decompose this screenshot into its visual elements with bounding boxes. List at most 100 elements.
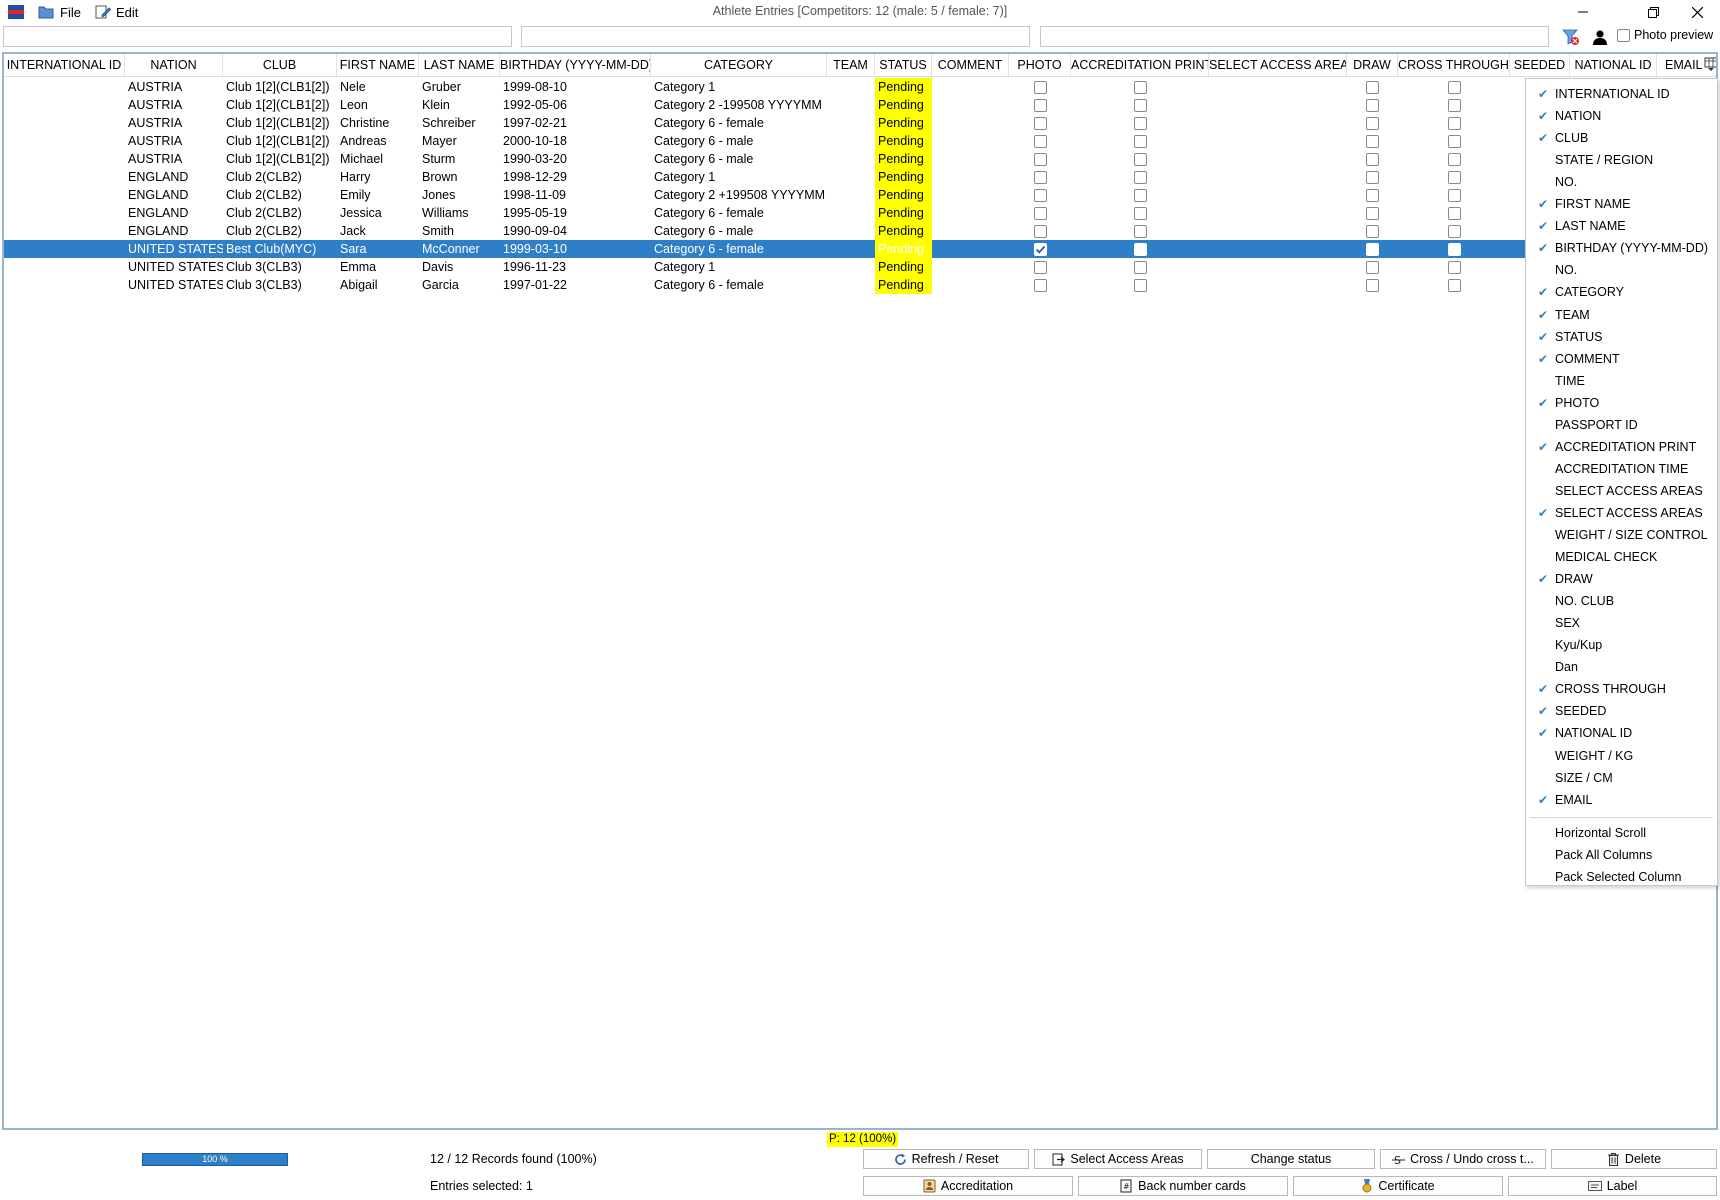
user-view-button[interactable]	[1590, 27, 1610, 47]
photo-preview-checkbox[interactable]	[1617, 28, 1630, 42]
photo-checkbox[interactable]	[1033, 170, 1047, 184]
column-menu-icon[interactable]	[1704, 57, 1718, 71]
column-menu-item[interactable]: ✔ NATION	[1526, 105, 1717, 127]
photo-checkbox[interactable]	[1033, 224, 1047, 238]
column-menu-action[interactable]: Pack All Columns	[1526, 844, 1717, 866]
photo-checkbox[interactable]	[1033, 260, 1047, 274]
column-menu-item[interactable]: SEX	[1526, 612, 1717, 634]
column-header[interactable]: INTERNATIONAL ID	[4, 54, 125, 77]
cross-through-checkbox[interactable]	[1447, 80, 1461, 94]
table-row[interactable]: AUSTRIA Club 1[2](CLB1[2]) Michael Sturm 199…	[4, 150, 1716, 168]
cross-through-checkbox[interactable]	[1447, 260, 1461, 274]
cross-through-checkbox[interactable]	[1447, 242, 1461, 256]
back-number-cards-button[interactable]: # Back number cards	[1078, 1176, 1288, 1196]
column-menu-item[interactable]: WEIGHT / KG	[1526, 745, 1717, 767]
column-header[interactable]: CATEGORY	[651, 54, 827, 77]
accreditation-button[interactable]: Accreditation	[863, 1176, 1073, 1196]
cross-through-button[interactable]: S Cross / Undo cross t...	[1380, 1149, 1546, 1169]
accreditation-print-checkbox[interactable]	[1133, 206, 1147, 220]
column-menu-item[interactable]: NO.	[1526, 171, 1717, 193]
column-header[interactable]: CROSS THROUGH	[1398, 54, 1510, 77]
cross-through-checkbox[interactable]	[1447, 134, 1461, 148]
column-menu-action[interactable]: Horizontal Scroll	[1526, 822, 1717, 844]
table-row[interactable]: UNITED STATES Club 3(CLB3) Emma Davis 1996-1…	[4, 258, 1716, 276]
photo-checkbox[interactable]	[1033, 80, 1047, 94]
photo-checkbox[interactable]	[1033, 98, 1047, 112]
draw-checkbox[interactable]	[1366, 242, 1379, 256]
accreditation-print-checkbox[interactable]	[1133, 134, 1147, 148]
photo-checkbox[interactable]	[1033, 188, 1047, 202]
filter-input-1[interactable]	[3, 26, 512, 47]
photo-checkbox[interactable]	[1033, 134, 1047, 148]
column-header[interactable]: TEAM	[827, 54, 875, 77]
column-menu-item[interactable]: ACCREDITATION TIME	[1526, 458, 1717, 480]
column-menu-item[interactable]: ✔ SELECT ACCESS AREAS	[1526, 502, 1717, 524]
column-menu-item[interactable]: MEDICAL CHECK	[1526, 546, 1717, 568]
table-row[interactable]: ENGLAND Club 2(CLB2) Harry Brown 1998-12-29 C…	[4, 168, 1716, 186]
certificate-button[interactable]: Certificate	[1293, 1176, 1503, 1196]
cross-through-checkbox[interactable]	[1447, 116, 1461, 130]
draw-checkbox[interactable]	[1366, 98, 1379, 112]
column-menu-item[interactable]: ✔ COMMENT	[1526, 348, 1717, 370]
select-access-areas-button[interactable]: Select Access Areas	[1034, 1149, 1202, 1169]
cross-through-checkbox[interactable]	[1447, 98, 1461, 112]
column-menu-item[interactable]: ✔ CATEGORY	[1526, 281, 1717, 303]
delete-button[interactable]: Delete	[1551, 1149, 1717, 1169]
restore-button[interactable]	[1630, 0, 1676, 24]
accreditation-print-checkbox[interactable]	[1133, 224, 1147, 238]
draw-checkbox[interactable]	[1366, 206, 1379, 220]
filter-input-2[interactable]	[521, 26, 1030, 47]
photo-checkbox[interactable]	[1033, 242, 1047, 256]
column-menu-item[interactable]: Dan	[1526, 656, 1717, 678]
draw-checkbox[interactable]	[1366, 188, 1379, 202]
cross-through-checkbox[interactable]	[1447, 188, 1461, 202]
column-menu-item[interactable]: ✔ ACCREDITATION PRINT	[1526, 436, 1717, 458]
column-menu-item[interactable]: SELECT ACCESS AREAS	[1526, 480, 1717, 502]
accreditation-print-checkbox[interactable]	[1133, 260, 1147, 274]
column-menu-item[interactable]: ✔ PHOTO	[1526, 392, 1717, 414]
accreditation-print-checkbox[interactable]	[1133, 152, 1147, 166]
photo-checkbox[interactable]	[1033, 206, 1047, 220]
draw-checkbox[interactable]	[1366, 224, 1379, 238]
clear-filter-button[interactable]	[1561, 27, 1581, 47]
table-row[interactable]: AUSTRIA Club 1[2](CLB1[2]) Leon Klein 1992-0…	[4, 96, 1716, 114]
column-menu-item[interactable]: ✔ SEEDED	[1526, 700, 1717, 722]
accreditation-print-checkbox[interactable]	[1133, 278, 1147, 292]
table-row[interactable]: UNITED STATES Club 3(CLB3) Abigail Garcia 19…	[4, 276, 1716, 294]
column-menu-item[interactable]: ✔ BIRTHDAY (YYYY-MM-DD)	[1526, 237, 1717, 259]
table-row[interactable]: ENGLAND Club 2(CLB2) Emily Jones 1998-11-09 C…	[4, 186, 1716, 204]
column-menu-item[interactable]: SIZE / CM	[1526, 767, 1717, 789]
column-menu-item[interactable]: TIME	[1526, 370, 1717, 392]
column-menu-item[interactable]: ✔ LAST NAME	[1526, 215, 1717, 237]
column-menu-item[interactable]: ✔ FIRST NAME	[1526, 193, 1717, 215]
column-header[interactable]: BIRTHDAY (YYYY-MM-DD)	[500, 54, 651, 77]
change-status-button[interactable]: Change status	[1207, 1149, 1375, 1169]
table-row[interactable]: AUSTRIA Club 1[2](CLB1[2]) Nele Gruber 1999-…	[4, 78, 1716, 96]
column-menu-item[interactable]: ✔ NATIONAL ID	[1526, 722, 1717, 744]
column-menu-item[interactable]: ✔ DRAW	[1526, 568, 1717, 590]
photo-checkbox[interactable]	[1033, 278, 1047, 292]
cross-through-checkbox[interactable]	[1447, 170, 1461, 184]
column-header[interactable]: PHOTO	[1009, 54, 1071, 77]
accreditation-print-checkbox[interactable]	[1133, 170, 1147, 184]
accreditation-print-checkbox[interactable]	[1133, 188, 1147, 202]
cross-through-checkbox[interactable]	[1447, 278, 1461, 292]
accreditation-print-checkbox[interactable]	[1133, 242, 1147, 256]
column-menu-item[interactable]: ✔ CLUB	[1526, 127, 1717, 149]
column-menu-item[interactable]: PASSPORT ID	[1526, 414, 1717, 436]
accreditation-print-checkbox[interactable]	[1133, 98, 1147, 112]
minimize-button[interactable]	[1560, 0, 1606, 24]
cross-through-checkbox[interactable]	[1447, 152, 1461, 166]
table-row[interactable]: ENGLAND Club 2(CLB2) Jack Smith 1990-09-04 Ca…	[4, 222, 1716, 240]
column-menu-item[interactable]: ✔ CROSS THROUGH	[1526, 678, 1717, 700]
menu-file[interactable]: File	[38, 3, 81, 21]
draw-checkbox[interactable]	[1366, 278, 1379, 292]
photo-checkbox[interactable]	[1033, 116, 1047, 130]
draw-checkbox[interactable]	[1366, 116, 1379, 130]
draw-checkbox[interactable]	[1366, 170, 1379, 184]
column-menu-item[interactable]: Kyu/Kup	[1526, 634, 1717, 656]
column-header[interactable]: CLUB	[223, 54, 337, 77]
draw-checkbox[interactable]	[1366, 260, 1379, 274]
column-menu-item[interactable]: STATE / REGION	[1526, 149, 1717, 171]
column-header[interactable]: ACCREDITATION PRINT	[1071, 54, 1209, 77]
